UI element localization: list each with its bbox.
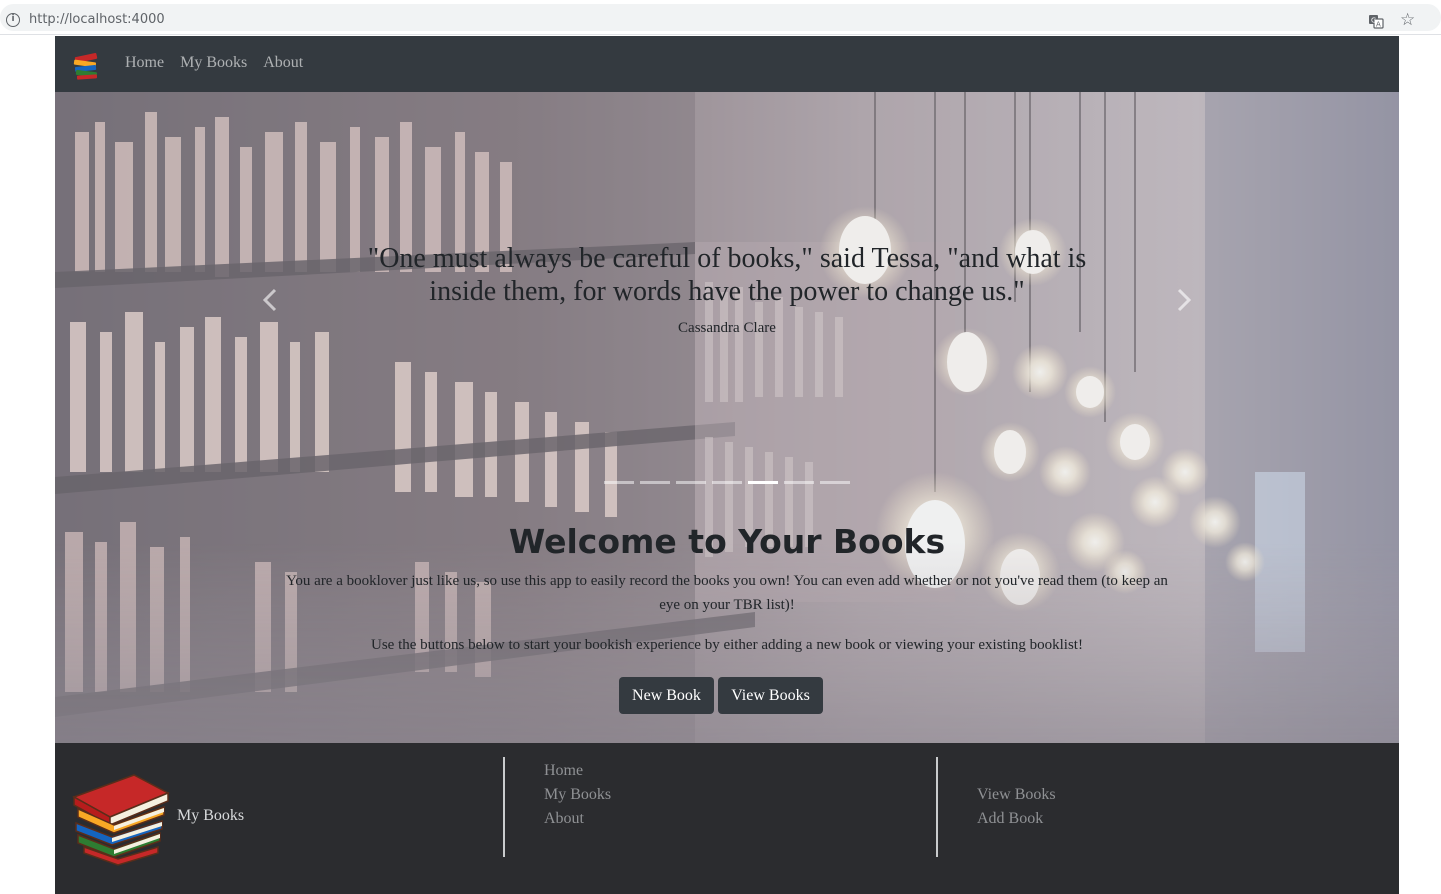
welcome-title: Welcome to Your Books bbox=[508, 522, 946, 561]
footer-link-add-book[interactable]: Add Book bbox=[977, 807, 1056, 831]
carousel-indicator[interactable] bbox=[820, 481, 850, 484]
nav-link-about[interactable]: About bbox=[263, 54, 303, 72]
footer-link-about[interactable]: About bbox=[544, 807, 611, 831]
footer-nav-links: Home My Books About bbox=[544, 759, 611, 831]
translate-icon[interactable]: G A bbox=[1368, 13, 1384, 29]
footer: My Books Home My Books About View Books … bbox=[55, 743, 1399, 894]
carousel-quote: "One must always be careful of books," s… bbox=[367, 243, 1087, 307]
footer-link-view-books[interactable]: View Books bbox=[977, 783, 1056, 807]
address-bar[interactable]: i http://localhost:4000 G A ☆ bbox=[0, 4, 1441, 31]
browser-toolbar: i http://localhost:4000 G A ☆ bbox=[0, 0, 1441, 35]
carousel-quote-author: Cassandra Clare bbox=[678, 320, 776, 336]
carousel-indicator[interactable] bbox=[784, 481, 814, 484]
carousel-indicator[interactable] bbox=[604, 481, 634, 484]
bookmark-star-icon[interactable]: ☆ bbox=[1400, 10, 1415, 30]
footer-brand[interactable]: My Books bbox=[177, 807, 244, 825]
url-text[interactable]: http://localhost:4000 bbox=[29, 12, 165, 27]
welcome-instructions-text: Use the buttons below to start your book… bbox=[371, 637, 1083, 653]
svg-text:A: A bbox=[1376, 21, 1381, 29]
carousel-indicator-active[interactable] bbox=[748, 481, 778, 484]
carousel-next-icon[interactable] bbox=[1173, 286, 1195, 314]
app-container: Home My Books About "One must always be … bbox=[55, 36, 1399, 894]
footer-divider bbox=[503, 757, 505, 857]
books-stack-icon[interactable] bbox=[72, 767, 176, 867]
nav-link-my-books[interactable]: My Books bbox=[180, 54, 247, 72]
carousel-indicators bbox=[604, 481, 850, 484]
carousel-indicator[interactable] bbox=[712, 481, 742, 484]
view-books-button[interactable]: View Books bbox=[718, 677, 823, 714]
footer-link-my-books[interactable]: My Books bbox=[544, 783, 611, 807]
nav-link-home[interactable]: Home bbox=[125, 54, 164, 72]
nav-links: Home My Books About bbox=[125, 54, 303, 72]
new-book-button[interactable]: New Book bbox=[619, 677, 714, 714]
navbar: Home My Books About bbox=[55, 36, 1399, 92]
footer-action-links: View Books Add Book bbox=[977, 783, 1056, 831]
footer-link-home[interactable]: Home bbox=[544, 759, 611, 783]
books-logo-icon[interactable] bbox=[71, 48, 103, 80]
welcome-intro-text: You are a booklover just like us, so use… bbox=[286, 573, 1168, 613]
hero-section: "One must always be careful of books," s… bbox=[55, 92, 1399, 743]
carousel-prev-icon[interactable] bbox=[259, 286, 281, 314]
info-icon[interactable]: i bbox=[6, 13, 20, 27]
carousel-indicator[interactable] bbox=[676, 481, 706, 484]
carousel-indicator[interactable] bbox=[640, 481, 670, 484]
footer-divider bbox=[936, 757, 938, 857]
